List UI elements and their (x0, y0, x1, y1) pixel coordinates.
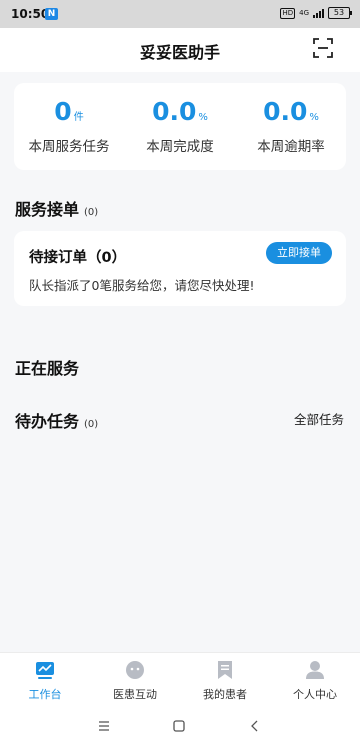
stat-value: 0.0 (152, 97, 197, 126)
stat-label: 本周服务任务 (28, 139, 110, 155)
section-label: 服务接单 (15, 200, 80, 219)
stat-unit: 件 (73, 112, 84, 123)
battery-icon: 53 (328, 7, 352, 19)
tab-profile[interactable]: 个人中心 (270, 653, 360, 705)
tab-label: 我的患者 (203, 688, 247, 701)
tab-label: 工作台 (28, 688, 62, 701)
stat-value: 0.0 (263, 97, 308, 126)
back-icon[interactable] (247, 718, 263, 734)
person-icon (306, 661, 324, 679)
scan-icon[interactable] (313, 38, 333, 58)
stat-value: 0 (54, 97, 72, 126)
stat-label: 本周逾期率 (257, 139, 325, 155)
stat-label: 本周完成度 (146, 139, 214, 155)
stat-weekly-tasks[interactable]: 0件 本周服务任务 (14, 95, 124, 155)
all-tasks-link[interactable]: 全部任务 (294, 409, 344, 428)
stat-unit: % (309, 112, 319, 123)
system-nav-bar (0, 704, 360, 748)
stat-unit: % (198, 112, 208, 123)
chat-icon (126, 661, 144, 679)
stat-weekly-overdue[interactable]: 0.0% 本周逾期率 (236, 95, 346, 155)
section-count: (0) (84, 419, 99, 430)
hd-indicator: HD (280, 7, 296, 19)
network-type: 4G (299, 8, 309, 17)
section-label: 待办任务 (15, 412, 80, 431)
accept-order-button[interactable]: 立即接单 (266, 242, 332, 264)
stat-weekly-completion[interactable]: 0.0% 本周完成度 (125, 95, 235, 155)
tab-workbench[interactable]: 工作台 (0, 653, 90, 705)
tab-interaction[interactable]: 医患互动 (90, 653, 180, 705)
status-time: 10:50 (11, 7, 50, 21)
tab-my-patients[interactable]: 我的患者 (180, 653, 270, 705)
service-section-title: 服务接单 (0) (15, 196, 98, 220)
workbench-icon (36, 662, 54, 679)
menu-icon[interactable] (96, 718, 112, 734)
todo-section-title: 待办任务 (0) (15, 408, 98, 432)
bookmark-icon (218, 661, 232, 679)
pending-order-description: 队长指派了0笔服务给您，请您尽快处理! (29, 278, 255, 293)
bottom-tab-bar: 工作台 医患互动 我的患者 个人中心 (0, 652, 360, 705)
tab-label: 医患互动 (113, 688, 157, 701)
home-icon[interactable] (171, 718, 187, 734)
app-notification-icon: N (45, 8, 58, 20)
signal-icon (313, 8, 324, 18)
app-header: 妥妥医助手 (0, 28, 360, 72)
pending-order-card: 待接订单（0） 立即接单 队长指派了0笔服务给您，请您尽快处理! (14, 231, 346, 306)
weekly-stats-card: 0件 本周服务任务 0.0% 本周完成度 0.0% 本周逾期率 (14, 83, 346, 170)
status-bar: 10:50 N HD 4G 53 (0, 0, 360, 28)
tab-label: 个人中心 (293, 688, 337, 701)
section-count: (0) (84, 207, 99, 218)
page-title: 妥妥医助手 (139, 43, 220, 62)
in-service-section-title: 正在服务 (15, 359, 80, 378)
pending-order-title: 待接订单（0） (29, 250, 127, 266)
